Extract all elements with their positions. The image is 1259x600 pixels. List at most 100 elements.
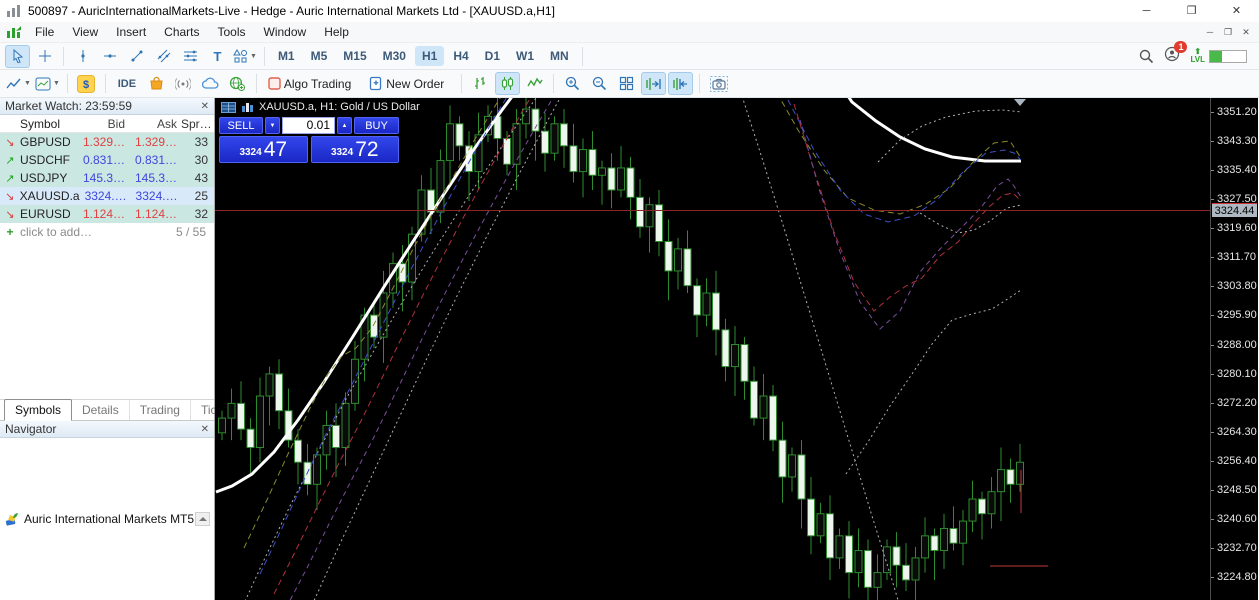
horizontal-line-tool-button[interactable]: [97, 45, 122, 68]
market-watch-row-usdjpy[interactable]: ↗USDJPY145.3…145.3…43: [0, 169, 214, 187]
price-axis[interactable]: 3351.203343.303335.403327.503319.603311.…: [1210, 98, 1258, 600]
menu-help[interactable]: Help: [315, 22, 358, 42]
candlestick-chart[interactable]: [215, 98, 1210, 600]
shapes-tool-button[interactable]: ▼: [232, 45, 258, 68]
menu-file[interactable]: File: [26, 22, 63, 42]
child-minimize-icon[interactable]: ─: [1201, 22, 1219, 42]
timeframe-m30[interactable]: M30: [376, 46, 413, 66]
buy-price-panel[interactable]: 3324 72: [311, 136, 400, 163]
tick-direction-icon: ↗: [0, 172, 20, 185]
timeframe-d1[interactable]: D1: [478, 46, 507, 66]
column-spread[interactable]: Spr…: [181, 117, 214, 131]
axis-tick: [1211, 374, 1214, 375]
timeframe-h4[interactable]: H4: [446, 46, 475, 66]
timeframe-m5[interactable]: M5: [304, 46, 335, 66]
sell-button[interactable]: SELL: [219, 117, 263, 134]
channel-tool-button[interactable]: [151, 45, 176, 68]
market-watch-row-xauusd.a[interactable]: ↘XAUUSD.a3324.…3324.…25: [0, 187, 214, 205]
menu-view[interactable]: View: [63, 22, 107, 42]
vps-button[interactable]: [198, 72, 223, 95]
tab-trading[interactable]: Trading: [130, 400, 191, 420]
axis-label: 3248.50: [1217, 484, 1257, 496]
auto-scroll-button[interactable]: [641, 72, 666, 95]
candle-body: [551, 124, 558, 153]
timeframe-w1[interactable]: W1: [509, 46, 541, 66]
market-watch-empty-area: [0, 241, 214, 400]
tile-windows-button[interactable]: [614, 72, 639, 95]
market-watch-close-icon[interactable]: ✕: [201, 101, 209, 112]
menu-charts[interactable]: Charts: [155, 22, 208, 42]
child-close-icon[interactable]: ✕: [1237, 22, 1255, 42]
column-ask[interactable]: Ask: [129, 117, 181, 131]
menu-window[interactable]: Window: [255, 22, 316, 42]
candle-body: [741, 345, 748, 382]
column-bid[interactable]: Bid: [77, 117, 129, 131]
chart-area[interactable]: XAUUSD.a, H1: Gold / US Dollar SELL ▼ 0.…: [215, 98, 1210, 600]
column-symbol[interactable]: Symbol: [20, 117, 77, 131]
zoom-out-icon: [592, 76, 607, 91]
market-button[interactable]: [144, 72, 169, 95]
candle-body: [371, 315, 378, 337]
chart-shift-button[interactable]: [668, 72, 693, 95]
menu-insert[interactable]: Insert: [107, 22, 155, 42]
timeframe-h1[interactable]: H1: [415, 46, 444, 66]
chart-window-button[interactable]: ▼: [34, 72, 61, 95]
zoom-in-button[interactable]: [560, 72, 585, 95]
market-watch-row-usdchf[interactable]: ↗USDCHF0.831…0.831…30: [0, 151, 214, 169]
algo-trading-button[interactable]: Algo Trading: [263, 72, 362, 95]
navigator-header[interactable]: Navigator ✕: [0, 421, 214, 438]
candle-body: [646, 205, 653, 227]
crosshair-tool-button[interactable]: [32, 45, 57, 68]
text-tool-button[interactable]: T: [205, 45, 230, 68]
trendline-tool-button[interactable]: [124, 45, 149, 68]
restore-icon[interactable]: ❐: [1169, 0, 1214, 22]
axis-label: 3288.00: [1217, 339, 1257, 351]
add-symbol-row[interactable]: + click to add… 5 / 55: [0, 223, 214, 241]
tab-symbols[interactable]: Symbols: [4, 399, 72, 421]
child-restore-icon[interactable]: ❐: [1219, 22, 1237, 42]
timeframe-mn[interactable]: MN: [543, 46, 576, 66]
vertical-line-tool-button[interactable]: [70, 45, 95, 68]
cursor-tool-button[interactable]: [5, 45, 30, 68]
buy-button[interactable]: BUY: [354, 117, 399, 134]
bars-mode-button[interactable]: [468, 72, 493, 95]
deposit-button[interactable]: $: [74, 72, 99, 95]
level-indicator[interactable]: ⬆LVL: [1190, 48, 1247, 64]
notifications-button[interactable]: 1: [1164, 46, 1180, 67]
navigator-item-account[interactable]: Auric International Markets MT5: [0, 438, 214, 600]
sell-price-small: 3324: [239, 144, 261, 161]
market-watch-header[interactable]: Market Watch: 23:59:59 ✕: [0, 98, 214, 115]
new-order-button[interactable]: New Order: [364, 72, 455, 95]
market-watch-row-gbpusd[interactable]: ↘GBPUSD1.329…1.329…33: [0, 133, 214, 151]
navigator-close-icon[interactable]: ✕: [201, 424, 209, 435]
market-watch-row-eurusd[interactable]: ↘EURUSD1.124…1.124…32: [0, 205, 214, 223]
timeframe-m1[interactable]: M1: [271, 46, 302, 66]
menu-tools[interactable]: Tools: [209, 22, 255, 42]
signals-button[interactable]: [171, 72, 196, 95]
scroll-up-button[interactable]: [195, 512, 210, 526]
camera-icon: [710, 76, 728, 92]
candles-mode-button[interactable]: [495, 72, 520, 95]
zoom-out-button[interactable]: [587, 72, 612, 95]
axis-label: 3303.80: [1217, 280, 1257, 292]
minimize-icon[interactable]: ─: [1124, 0, 1169, 22]
chart-symbol-label: XAUUSD.a, H1: Gold / US Dollar: [259, 101, 420, 113]
close-icon[interactable]: ✕: [1214, 0, 1259, 22]
levels-tool-button[interactable]: [178, 45, 203, 68]
new-order-icon: [369, 76, 383, 91]
volume-decrease-button[interactable]: ▼: [265, 117, 280, 134]
tab-details[interactable]: Details: [72, 400, 130, 420]
chart-type-button[interactable]: ▼: [5, 72, 32, 95]
sell-price-panel[interactable]: 3324 47: [219, 136, 308, 163]
screenshot-button[interactable]: [706, 72, 731, 95]
axis-tick: [1211, 286, 1214, 287]
volume-input[interactable]: 0.01: [282, 117, 335, 134]
tick-direction-icon: ↘: [0, 208, 20, 221]
volume-increase-button[interactable]: ▲: [337, 117, 352, 134]
ide-button[interactable]: IDE: [112, 72, 142, 95]
community-button[interactable]: [225, 72, 250, 95]
cloud-icon: [202, 77, 219, 90]
line-mode-button[interactable]: [522, 72, 547, 95]
timeframe-m15[interactable]: M15: [336, 46, 373, 66]
search-icon[interactable]: [1139, 49, 1154, 64]
